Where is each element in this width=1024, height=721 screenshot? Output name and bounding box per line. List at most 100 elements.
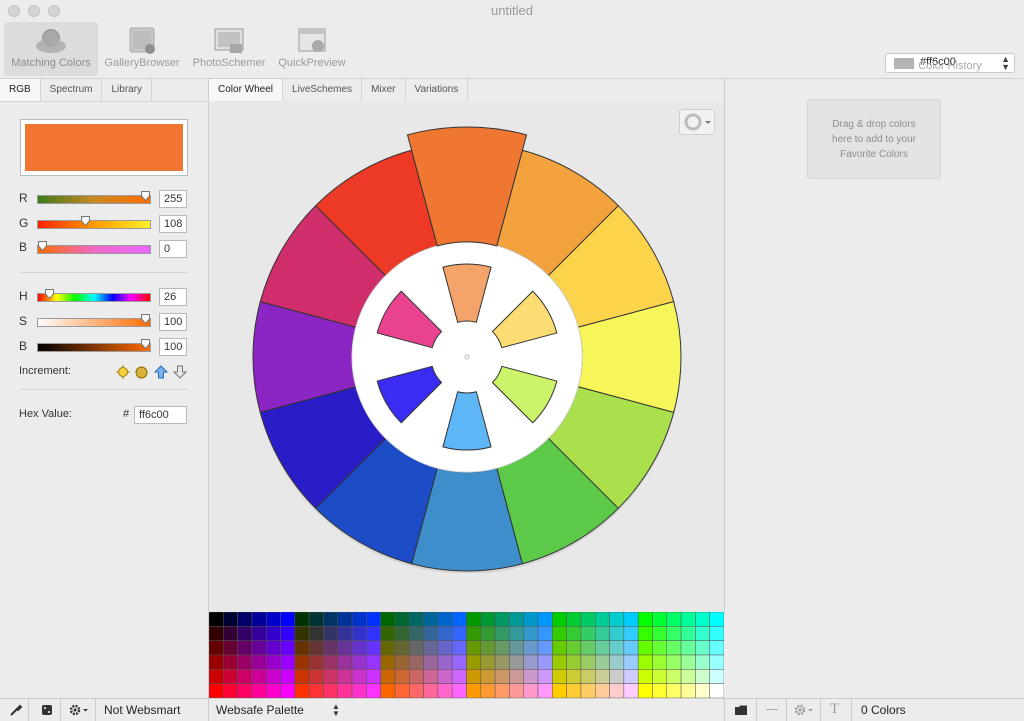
palette-cell[interactable]	[251, 626, 267, 641]
palette-cell[interactable]	[237, 612, 253, 627]
palette-cell[interactable]	[265, 612, 281, 627]
palette-cell[interactable]	[337, 626, 353, 641]
palette-cell[interactable]	[209, 626, 224, 641]
palette-cell[interactable]	[394, 626, 410, 641]
g-slider-thumb[interactable]	[81, 216, 91, 227]
palette-cell[interactable]	[209, 640, 224, 656]
palette-cell[interactable]	[451, 683, 467, 698]
palette-cell[interactable]	[666, 626, 682, 641]
eyedropper-icon[interactable]	[9, 703, 23, 717]
palette-cell[interactable]	[523, 612, 539, 627]
palette-cell[interactable]	[323, 654, 338, 670]
palette-cell[interactable]	[695, 640, 710, 656]
palette-cell[interactable]	[566, 683, 582, 698]
palette-cell[interactable]	[265, 669, 281, 684]
palette-cell[interactable]	[308, 654, 324, 670]
palette-cell[interactable]	[595, 612, 610, 627]
palette-cell[interactable]	[652, 626, 668, 641]
palette-cell[interactable]	[709, 654, 724, 670]
folder-icon[interactable]	[734, 703, 748, 717]
palette-cell[interactable]	[351, 669, 367, 684]
palette-cell[interactable]	[523, 654, 539, 670]
palette-cell[interactable]	[666, 612, 682, 627]
palette-cell[interactable]	[552, 626, 567, 641]
r-value-field[interactable]: 255	[159, 190, 187, 208]
palette-cell[interactable]	[265, 640, 281, 656]
tab-rgb[interactable]: RGB	[0, 79, 41, 101]
remove-color-button[interactable]	[766, 709, 778, 710]
palette-cell[interactable]	[623, 683, 639, 698]
palette-cell[interactable]	[552, 669, 567, 684]
palette-cell[interactable]	[351, 626, 367, 641]
palette-cell[interactable]	[409, 669, 424, 684]
color-wheel[interactable]	[249, 123, 689, 573]
palette-cell[interactable]	[351, 640, 367, 656]
palette-cell[interactable]	[666, 669, 682, 684]
quick-preview-tool[interactable]: QuickPreview	[274, 22, 350, 76]
palette-cell[interactable]	[223, 683, 238, 698]
current-color-well[interactable]	[20, 119, 188, 176]
palette-cell[interactable]	[537, 683, 553, 698]
palette-cell[interactable]	[223, 640, 238, 656]
palette-cell[interactable]	[652, 669, 668, 684]
palette-cell[interactable]	[265, 683, 281, 698]
palette-cell[interactable]	[580, 626, 596, 641]
palette-cell[interactable]	[623, 654, 639, 670]
sun-icon[interactable]	[116, 365, 130, 379]
palette-cell[interactable]	[466, 640, 482, 656]
palette-cell[interactable]	[409, 683, 424, 698]
palette-cell[interactable]	[509, 669, 524, 684]
palette-cell[interactable]	[523, 640, 539, 656]
palette-cell[interactable]	[580, 683, 596, 698]
palette-cell[interactable]	[380, 669, 396, 684]
settings-gear-icon[interactable]	[794, 703, 816, 717]
palette-cell[interactable]	[251, 683, 267, 698]
palette-cell[interactable]	[209, 683, 224, 698]
palette-cell[interactable]	[552, 683, 567, 698]
palette-cell[interactable]	[366, 683, 381, 698]
palette-cell[interactable]	[680, 669, 696, 684]
palette-cell[interactable]	[595, 669, 610, 684]
zoom-window-button[interactable]	[48, 5, 60, 17]
palette-cell[interactable]	[394, 683, 410, 698]
palette-cell[interactable]	[494, 669, 510, 684]
palette-cell[interactable]	[609, 640, 625, 656]
palette-cell[interactable]	[637, 654, 653, 670]
palette-cell[interactable]	[294, 669, 310, 684]
palette-cell[interactable]	[223, 669, 238, 684]
palette-cell[interactable]	[409, 626, 424, 641]
palette-cell[interactable]	[323, 683, 338, 698]
tab-spectrum[interactable]: Spectrum	[41, 79, 103, 101]
palette-cell[interactable]	[237, 640, 253, 656]
palette-cell[interactable]	[480, 683, 496, 698]
palette-cell[interactable]	[666, 654, 682, 670]
palette-cell[interactable]	[580, 640, 596, 656]
palette-cell[interactable]	[623, 626, 639, 641]
palette-cell[interactable]	[623, 612, 639, 627]
palette-cell[interactable]	[580, 669, 596, 684]
palette-cell[interactable]	[280, 669, 296, 684]
palette-cell[interactable]	[637, 612, 653, 627]
palette-cell[interactable]	[323, 626, 338, 641]
palette-cell[interactable]	[466, 626, 482, 641]
palette-cell[interactable]	[537, 669, 553, 684]
palette-cell[interactable]	[494, 640, 510, 656]
palette-cell[interactable]	[223, 654, 238, 670]
tab-color-wheel[interactable]: Color Wheel	[209, 79, 284, 101]
palette-cell[interactable]	[337, 669, 353, 684]
palette-cell[interactable]	[695, 654, 710, 670]
palette-cell[interactable]	[652, 683, 668, 698]
palette-cell[interactable]	[280, 612, 296, 627]
palette-cell[interactable]	[652, 654, 668, 670]
gear-icon[interactable]	[69, 703, 91, 717]
palette-cell[interactable]	[237, 654, 253, 670]
dot-icon[interactable]	[135, 366, 148, 379]
palette-cell[interactable]	[695, 626, 710, 641]
palette-cell[interactable]	[380, 612, 396, 627]
palette-cell[interactable]	[494, 654, 510, 670]
palette-cell[interactable]	[680, 640, 696, 656]
palette-cell[interactable]	[308, 626, 324, 641]
palette-cell[interactable]	[566, 654, 582, 670]
palette-cell[interactable]	[480, 626, 496, 641]
palette-cell[interactable]	[423, 612, 439, 627]
